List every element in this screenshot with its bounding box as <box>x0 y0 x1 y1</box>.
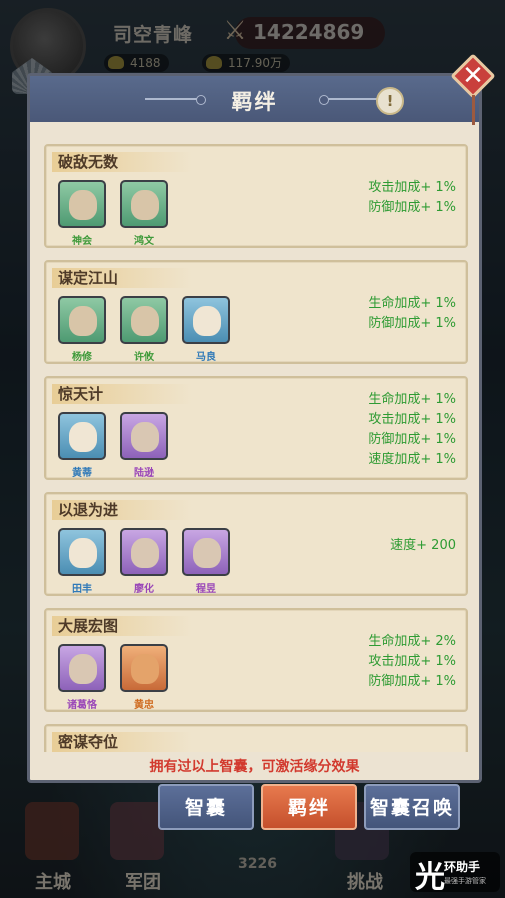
hero-name: 程昱 <box>196 584 216 595</box>
close-icon[interactable]: ✕ <box>457 60 489 92</box>
bond-title: 惊天计 <box>58 385 104 403</box>
hero-portrait[interactable] <box>120 644 168 692</box>
bond-bonus: 生命加成+ 1% <box>368 296 456 311</box>
bond-bonus: 生命加成+ 1% <box>368 392 456 407</box>
bond-card: 惊天计黄蒂 陆逊 生命加成+ 1% 攻击加成+ 1% 防御加成+ 1% 速度加成+ 1% <box>44 376 468 480</box>
hero-face <box>193 538 221 568</box>
bond-title: 以退为进 <box>58 501 119 519</box>
hero-name: 马良 <box>196 352 216 363</box>
hero-portrait[interactable] <box>120 528 168 576</box>
hero-name: 鸿文 <box>134 236 154 247</box>
hero-name: 黄忠 <box>134 700 154 711</box>
bond-bonus: 速度加成+ 1% <box>368 452 456 467</box>
tab-advisor-summon[interactable]: 智囊召唤 <box>364 784 460 830</box>
hero-name: 廖化 <box>134 584 154 595</box>
hero-face <box>69 190 97 220</box>
bond-bonus: 防御加成+ 1% <box>368 432 456 447</box>
watermark-title: 环助手 <box>444 860 481 874</box>
bond-list[interactable]: 破敌无数 神会 鸿文 攻击加成+ 1% 防御加成+ 1% 谋定江山 杨修 许攸 马良 生命加成+ … <box>44 144 468 752</box>
bond-title: 密谋夺位 <box>58 733 119 751</box>
bond-card: 大展宏图诸葛恪 黄忠 生命加成+ 2% 攻击加成+ 1% 防御加成+ 1% <box>44 608 468 712</box>
hero-face <box>193 306 221 336</box>
hero-face <box>131 190 159 220</box>
bond-bonus: 速度+ 200 <box>390 538 456 553</box>
bond-card: 谋定江山杨修 许攸 马良 生命加成+ 1% 防御加成+ 1% <box>44 260 468 364</box>
hero-face <box>69 422 97 452</box>
hero-portrait[interactable] <box>58 296 106 344</box>
hero-face <box>69 654 97 684</box>
hero-name: 诸葛恪 <box>67 700 97 711</box>
hero-portrait[interactable] <box>58 644 106 692</box>
footer-note: 拥有过以上智囊，可激活缘分效果 <box>149 759 360 775</box>
hero-face <box>131 654 159 684</box>
hero-portrait[interactable] <box>58 528 106 576</box>
hero-name: 陆逊 <box>134 468 154 479</box>
hero-face <box>131 538 159 568</box>
bond-bonus: 攻击加成+ 1% <box>368 412 456 427</box>
watermark-subtitle: 最强手游管家 <box>444 877 486 885</box>
bond-title: 谋定江山 <box>58 269 119 287</box>
hero-name: 田丰 <box>72 584 92 595</box>
hero-face <box>131 422 159 452</box>
tab-bond[interactable]: 羁绊 <box>261 784 357 830</box>
bond-card: 以退为进田丰 廖化 程昱 速度+ 200 <box>44 492 468 596</box>
hero-portrait[interactable] <box>182 296 230 344</box>
watermark-logo: 光 <box>415 860 445 895</box>
bond-bonus: 攻击加成+ 1% <box>368 180 456 195</box>
info-icon[interactable]: ! <box>376 87 404 115</box>
hero-face <box>69 306 97 336</box>
bond-card: 密谋夺位 <box>44 724 468 752</box>
bond-modal: 羁绊 ! 破敌无数 神会 鸿文 攻击加成+ 1% 防御加成+ 1% 谋定江山 杨修 许攸 马良生… <box>27 73 482 783</box>
tab-advisor[interactable]: 智囊 <box>158 784 254 830</box>
modal-title: 羁绊 <box>231 90 278 114</box>
hero-name: 许攸 <box>134 352 154 363</box>
hero-portrait[interactable] <box>120 180 168 228</box>
header-ornament-right <box>319 95 380 105</box>
bond-title: 大展宏图 <box>58 617 119 635</box>
bond-card: 破敌无数神会 鸿文 攻击加成+ 1% 防御加成+ 1% <box>44 144 468 248</box>
bond-bonus: 防御加成+ 1% <box>368 200 456 215</box>
hero-portrait[interactable] <box>182 528 230 576</box>
hero-name: 杨修 <box>72 352 92 363</box>
hero-portrait[interactable] <box>120 412 168 460</box>
hero-name: 神会 <box>72 236 92 247</box>
hero-portrait[interactable] <box>58 180 106 228</box>
bond-bonus: 攻击加成+ 1% <box>368 654 456 669</box>
hero-portrait[interactable] <box>58 412 106 460</box>
modal-header: 羁绊 ! <box>30 76 479 122</box>
bond-title: 破敌无数 <box>58 153 119 171</box>
hero-portrait[interactable] <box>120 296 168 344</box>
hero-face <box>69 538 97 568</box>
bond-bonus: 防御加成+ 1% <box>368 674 456 689</box>
bond-bonus: 防御加成+ 1% <box>368 316 456 331</box>
hero-name: 黄蒂 <box>72 468 92 479</box>
close-tassel <box>472 95 475 125</box>
bond-bonus: 生命加成+ 2% <box>368 634 456 649</box>
hero-face <box>131 306 159 336</box>
